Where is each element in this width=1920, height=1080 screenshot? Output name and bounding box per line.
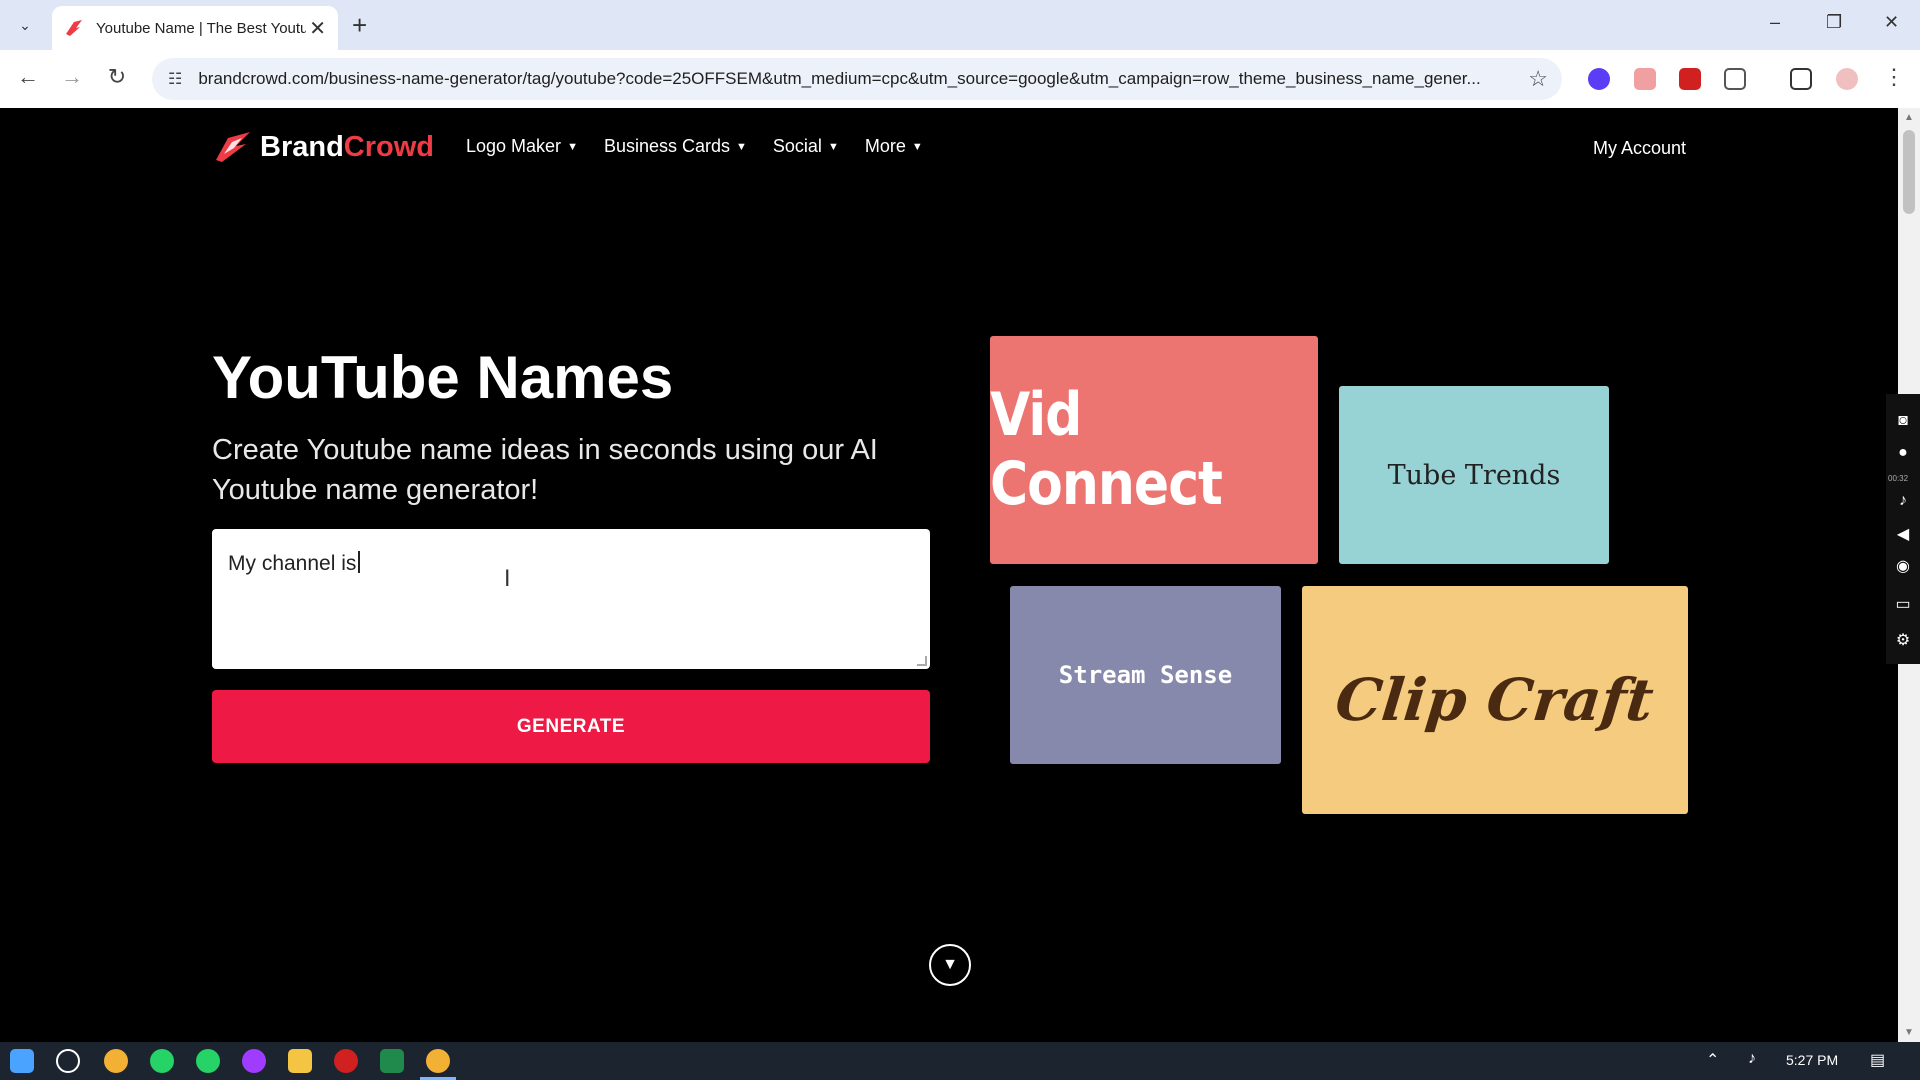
brand-name-part2: Crowd [343,130,435,163]
generate-button[interactable]: GENERATE [212,690,930,763]
scroll-down-arrow-icon[interactable]: ▼ [1904,1027,1914,1038]
extension-recorder-icon[interactable] [1679,68,1701,90]
example-card-clip-craft: Clip Craft [1302,586,1688,814]
nav-label: Logo Maker [466,136,562,156]
chrome-active-icon[interactable] [426,1049,450,1073]
tray-overflow-icon[interactable]: ⌃ [1706,1050,1719,1070]
scroll-down-button[interactable]: ▼ [929,944,971,986]
forward-arrow-icon[interactable]: → [58,64,86,90]
browser-menu-icon[interactable]: ⋮ [1880,64,1908,90]
reload-icon[interactable]: ↻ [103,64,131,90]
window-icon[interactable]: ▭ [1893,594,1913,614]
close-window-button[interactable]: ✕ [1884,12,1899,33]
tab-search-button[interactable]: ⌄ [10,10,40,40]
example-name: Tube Trends [1387,459,1561,491]
windows-start-icon[interactable] [10,1049,34,1073]
taskbar-clock: 5:27 PM [1786,1052,1839,1068]
example-name: Clip Craft [1332,666,1658,734]
address-bar[interactable]: ☷ brandcrowd.com/business-name-generator… [152,58,1562,100]
screen-recorder-toolbar: ◙ ● 00:32 ♪ ◀ ◉ ▭ ⚙ [1886,394,1920,664]
restore-button[interactable]: ❐ [1826,12,1842,33]
brandcrowd-logo-icon [216,132,250,162]
channel-description-textarea[interactable]: My channel is [212,529,930,669]
url-text: brandcrowd.com/business-name-generator/t… [198,69,1481,88]
whatsapp-icon[interactable] [150,1049,174,1073]
site-header: Brand Crowd Logo Maker ▼ Business Cards … [0,108,1898,192]
resize-handle[interactable] [917,656,927,666]
microphone-icon[interactable]: ♪ [1893,492,1913,512]
camera-icon[interactable]: ◙ [1893,412,1913,432]
nav-social[interactable]: Social ▼ [773,136,839,157]
gear-icon[interactable]: ⚙ [1893,630,1913,650]
extension-icon[interactable] [1634,68,1656,90]
tab-strip: ⌄ Youtube Name | The Best Youtu ✕ + – ❐ … [0,0,1920,50]
back-arrow-icon[interactable]: ← [14,64,42,90]
chevron-down-icon: ⌄ [19,16,31,33]
search-icon[interactable] [56,1049,80,1073]
brand-name-part1: Brand [260,130,344,163]
chevron-down-icon: ▼ [911,140,923,153]
notifications-icon[interactable]: ▤ [1870,1050,1885,1070]
chevron-down-icon: ▼ [567,140,578,153]
file-explorer-icon[interactable] [288,1049,312,1073]
tab-title: Youtube Name | The Best Youtu [96,19,306,37]
nav-logo-maker[interactable]: Logo Maker ▼ [466,136,578,157]
minimize-button[interactable]: – [1770,12,1780,33]
extensions-puzzle-icon[interactable] [1724,68,1746,90]
example-card-vid-connect: Vid Connect [990,336,1318,564]
example-name: Stream Sense [1058,661,1233,689]
nav-label: Business Cards [603,136,731,156]
main-nav: Logo Maker ▼ Business Cards ▼ Social ▼ M… [466,136,923,157]
bookmark-star-icon[interactable]: ☆ [1528,66,1548,92]
nav-label: Social [772,136,822,156]
site-info-icon[interactable]: ☷ [168,69,182,89]
nav-more[interactable]: More ▼ [865,136,923,157]
page-subtitle: Create Youtube name ideas in seconds usi… [212,434,878,506]
example-name: Vid Connect [990,381,1223,519]
webcam-icon[interactable]: ◉ [1893,556,1913,576]
page-title: YouTube Names [212,344,674,411]
whatsapp-business-icon[interactable] [196,1049,220,1073]
tab-close-icon[interactable]: ✕ [309,16,326,41]
scrollbar-thumb[interactable] [1903,130,1915,214]
nav-business-cards[interactable]: Business Cards ▼ [604,136,747,157]
chevron-down-icon: ▼ [736,140,747,153]
browser-chrome: ⌄ Youtube Name | The Best Youtu ✕ + – ❐ … [0,0,1920,108]
recorder-app-icon[interactable] [334,1049,358,1073]
example-card-stream-sense: Stream Sense [1010,586,1281,764]
brandcrowd-favicon-icon [66,20,82,36]
messenger-icon[interactable] [242,1049,266,1073]
browser-tab-active[interactable]: Youtube Name | The Best Youtu ✕ [52,6,338,50]
new-tab-button[interactable]: + [352,12,367,38]
profile-avatar[interactable] [1836,68,1858,90]
chevron-down-icon: ▼ [942,956,958,973]
tray-microphone-icon[interactable]: ♪ [1748,1050,1756,1068]
my-account-link[interactable]: My Account [1593,138,1686,159]
browser-toolbar: ← → ↻ ☷ brandcrowd.com/business-name-gen… [0,50,1920,108]
recording-timer: 00:32 [1888,474,1909,483]
speaker-icon[interactable]: ◀ [1893,524,1913,544]
text-caret [358,551,361,573]
scroll-up-arrow-icon[interactable]: ▲ [1904,112,1914,123]
excel-icon[interactable] [380,1049,404,1073]
windows-taskbar: ⌃ ♪ 5:27 PM ▤ [0,1042,1920,1080]
chrome-icon[interactable] [104,1049,128,1073]
nav-label: More [864,136,906,156]
brandcrowd-logo[interactable]: Brand Crowd [214,130,434,164]
side-panel-icon[interactable] [1790,68,1812,90]
page-content: Brand Crowd Logo Maker ▼ Business Cards … [0,108,1898,1042]
chevron-down-icon: ▼ [827,140,839,153]
prompt-value: My channel is [228,552,357,575]
example-card-tube-trends: Tube Trends [1339,386,1609,564]
record-icon[interactable]: ● [1893,444,1913,464]
ibeam-cursor-icon: I [504,567,511,592]
extension-play-icon[interactable] [1588,68,1610,90]
